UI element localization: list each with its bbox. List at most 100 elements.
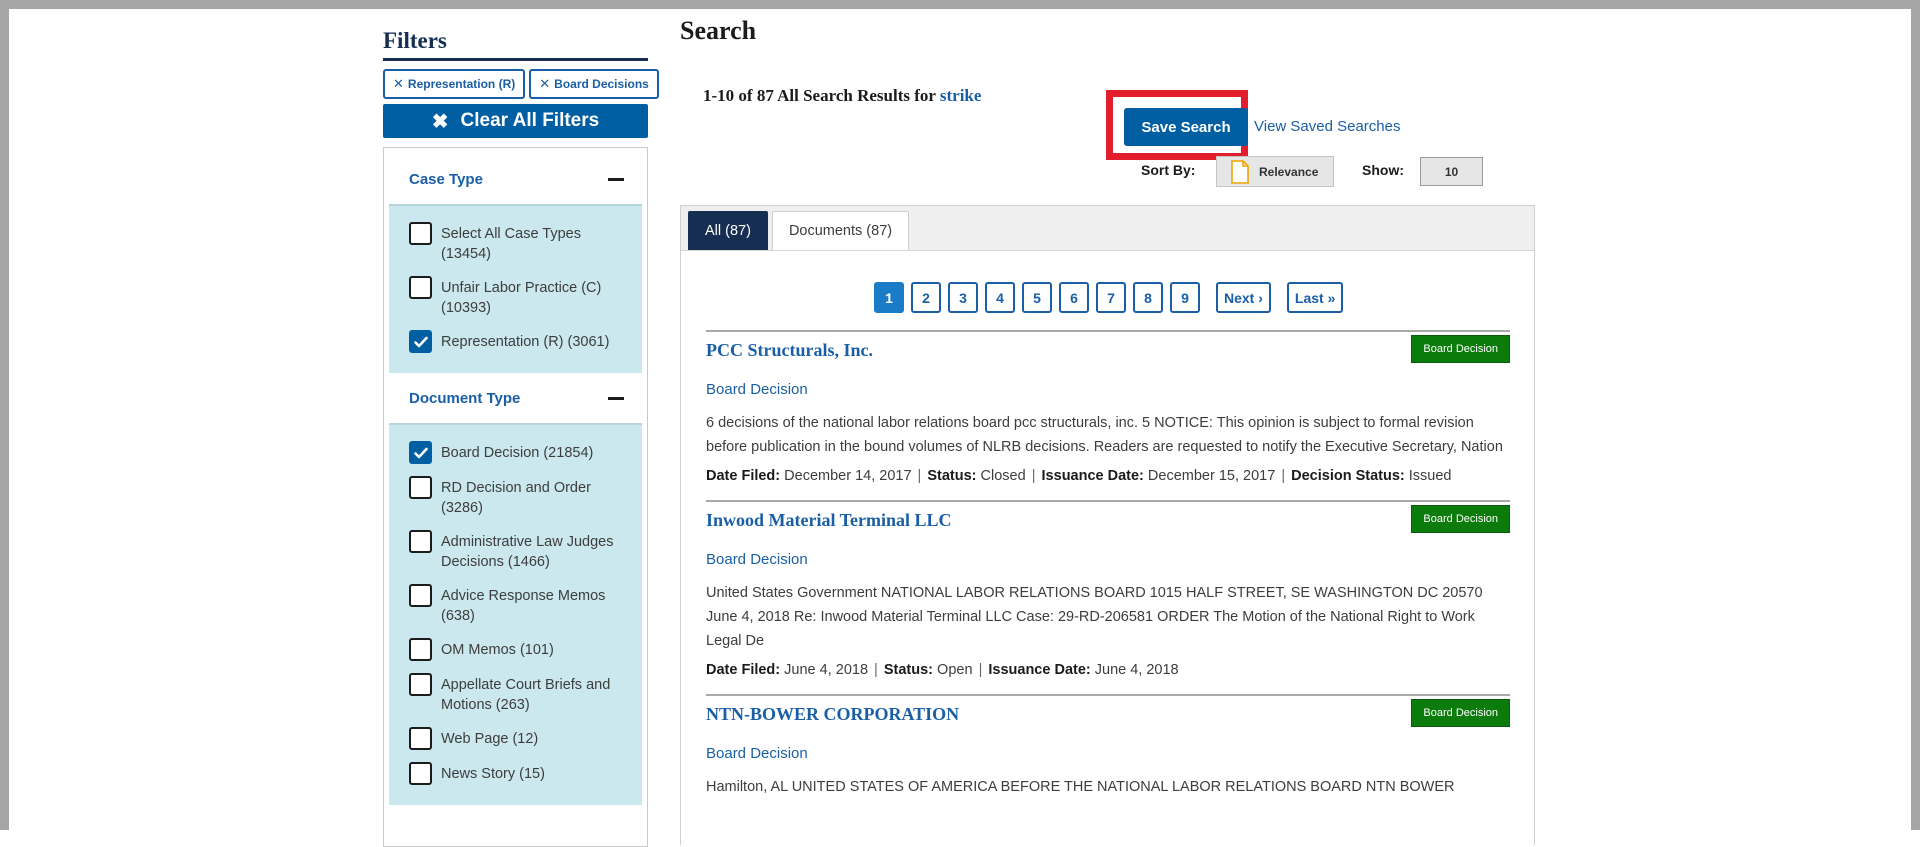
- show-count-select[interactable]: 10: [1420, 157, 1483, 186]
- filters-sidebar: Filters ✕ Representation (R) ✕ Board Dec…: [383, 28, 659, 847]
- result-title-link[interactable]: Inwood Material Terminal LLC: [706, 510, 1510, 534]
- filter-chip-label: Board Decisions: [554, 77, 649, 91]
- page-1[interactable]: 1: [874, 282, 904, 313]
- facet-item[interactable]: Appellate Court Briefs and Motions (263): [409, 673, 632, 715]
- page-2[interactable]: 2: [911, 282, 941, 313]
- facet-item[interactable]: Select All Case Types (13454): [409, 222, 632, 264]
- results-summary: 1-10 of 87 All Search Results for strike: [703, 86, 981, 106]
- result-snippet: 6 decisions of the national labor relati…: [706, 415, 1503, 455]
- facet-label: Administrative Law Judges Decisions (146…: [441, 534, 614, 570]
- meta-key: Status:: [927, 468, 977, 484]
- facet-item[interactable]: Unfair Labor Practice (C) (10393): [409, 276, 632, 318]
- facet-item[interactable]: Advice Response Memos (638): [409, 584, 632, 626]
- result-type-badge: Board Decision: [1411, 505, 1510, 533]
- document-type-header[interactable]: Document Type: [389, 373, 642, 425]
- result-meta: Date Filed: December 14, 2017 | Status: …: [706, 468, 1510, 500]
- result-title-link[interactable]: NTN-BOWER CORPORATION: [706, 704, 1510, 728]
- checkbox-checked[interactable]: [409, 330, 432, 353]
- case-type-list: Select All Case Types (13454) Unfair Lab…: [389, 206, 642, 373]
- result-meta: Date Filed: June 4, 2018 | Status: Open …: [706, 662, 1510, 694]
- clear-all-filters-button[interactable]: ✖ Clear All Filters: [383, 104, 648, 138]
- show-label: Show:: [1362, 162, 1404, 178]
- facet-item[interactable]: Representation (R) (3061): [409, 330, 632, 353]
- meta-key: Date Filed:: [706, 468, 781, 484]
- facet-item[interactable]: RD Decision and Order (3286): [409, 476, 632, 518]
- page-5[interactable]: 5: [1022, 282, 1052, 313]
- pagination: 1 2 3 4 5 6 7 8 9 Next › Last »: [874, 282, 1344, 313]
- result-item: NTN-BOWER CORPORATION Board Decision Boa…: [706, 694, 1510, 799]
- save-search-button[interactable]: Save Search: [1124, 108, 1248, 146]
- results-panel: All (87) Documents (87) 1 2 3 4 5 6 7 8 …: [680, 205, 1535, 845]
- last-page-button[interactable]: Last »: [1286, 282, 1344, 313]
- checkbox[interactable]: [409, 584, 432, 607]
- facet-label: Select All Case Types (13454): [441, 226, 581, 262]
- filter-chip-board-decisions[interactable]: ✕ Board Decisions: [529, 69, 659, 99]
- filter-chip-representation[interactable]: ✕ Representation (R): [383, 69, 526, 99]
- checkbox[interactable]: [409, 727, 432, 750]
- facet-item[interactable]: News Story (15): [409, 762, 632, 785]
- result-item: PCC Structurals, Inc. Board Decision Boa…: [706, 330, 1510, 500]
- meta-value: Closed: [980, 468, 1026, 484]
- meta-value: June 4, 2018: [1094, 662, 1179, 678]
- filter-chip-label: Representation (R): [407, 77, 516, 91]
- result-title-link[interactable]: PCC Structurals, Inc.: [706, 340, 1510, 364]
- close-icon: ✕: [393, 76, 404, 91]
- result-type-badge: Board Decision: [1411, 699, 1510, 727]
- checkbox[interactable]: [409, 638, 432, 661]
- result-item: Inwood Material Terminal LLC Board Decis…: [706, 500, 1510, 694]
- active-filter-chips: ✕ Representation (R) ✕ Board Decisions: [383, 69, 659, 99]
- tab-documents[interactable]: Documents (87): [771, 211, 910, 250]
- checkbox[interactable]: [409, 222, 432, 245]
- result-snippet: Hamilton, AL UNITED STATES OF AMERICA BE…: [706, 779, 1455, 795]
- close-icon: ✖: [431, 110, 449, 133]
- page-6[interactable]: 6: [1059, 282, 1089, 313]
- facet-label: Advice Response Memos (638): [441, 588, 606, 624]
- collapse-icon[interactable]: [608, 177, 624, 181]
- facet-label: Unfair Labor Practice (C) (10393): [441, 280, 602, 316]
- next-page-button[interactable]: Next ›: [1216, 282, 1271, 313]
- checkbox[interactable]: [409, 762, 432, 785]
- view-saved-searches-link[interactable]: View Saved Searches: [1254, 118, 1400, 135]
- result-type-link[interactable]: Board Decision: [706, 745, 1510, 762]
- result-type-link[interactable]: Board Decision: [706, 381, 1510, 398]
- checkbox[interactable]: [409, 476, 432, 499]
- document-type-list: Board Decision (21854) RD Decision and O…: [389, 425, 642, 805]
- checkbox[interactable]: [409, 276, 432, 299]
- page-4[interactable]: 4: [985, 282, 1015, 313]
- facet-label: News Story (15): [441, 766, 545, 782]
- page-9[interactable]: 9: [1170, 282, 1200, 313]
- facet-label: Appellate Court Briefs and Motions (263): [441, 677, 611, 713]
- result-type-link[interactable]: Board Decision: [706, 551, 1510, 568]
- collapse-icon[interactable]: [608, 396, 624, 400]
- meta-key: Status:: [883, 662, 934, 678]
- facet-item[interactable]: Board Decision (21854): [409, 441, 632, 464]
- checkmark-icon: [413, 336, 428, 347]
- checkbox[interactable]: [409, 673, 432, 696]
- sort-select[interactable]: Relevance: [1216, 156, 1334, 187]
- facet-panel: Case Type Select All Case Types (13454) …: [383, 147, 648, 847]
- result-type-badge: Board Decision: [1411, 335, 1510, 363]
- meta-separator: |: [874, 662, 878, 678]
- tab-all[interactable]: All (87): [688, 211, 768, 250]
- meta-value: December 14, 2017: [784, 468, 912, 484]
- page-7[interactable]: 7: [1096, 282, 1126, 313]
- case-type-heading: Case Type: [409, 170, 483, 188]
- checkmark-icon: [413, 447, 428, 458]
- sort-value: Relevance: [1259, 164, 1319, 179]
- facet-item[interactable]: OM Memos (101): [409, 638, 632, 661]
- checkbox[interactable]: [409, 530, 432, 553]
- facet-item[interactable]: Administrative Law Judges Decisions (146…: [409, 530, 632, 572]
- facet-label: RD Decision and Order (3286): [441, 480, 591, 516]
- facet-label: OM Memos (101): [441, 642, 554, 658]
- results-summary-text: 1-10 of 87 All Search Results for: [703, 86, 936, 105]
- checkbox-checked[interactable]: [409, 441, 432, 464]
- meta-value: Issued: [1408, 468, 1452, 484]
- case-type-header[interactable]: Case Type: [389, 154, 642, 206]
- document-icon: [1231, 159, 1249, 184]
- search-term: strike: [939, 86, 982, 105]
- meta-key: Decision Status:: [1291, 468, 1405, 484]
- facet-item[interactable]: Web Page (12): [409, 727, 632, 750]
- page-8[interactable]: 8: [1133, 282, 1163, 313]
- page-3[interactable]: 3: [948, 282, 978, 313]
- meta-value: December 15, 2017: [1147, 468, 1276, 484]
